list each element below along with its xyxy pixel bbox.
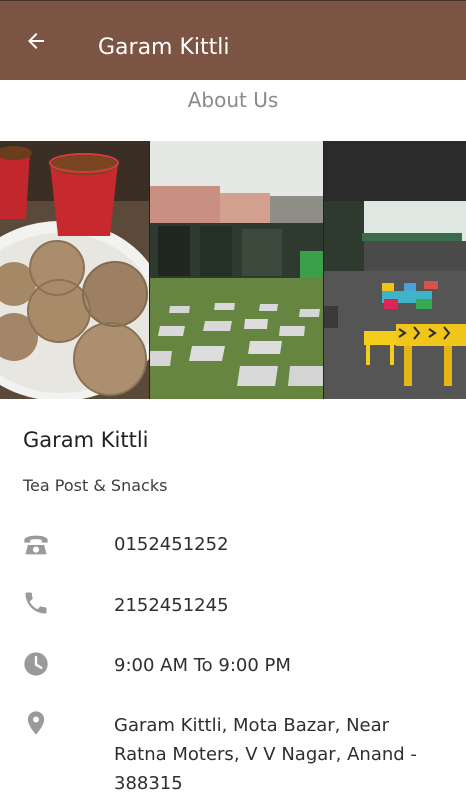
- telephone-icon: [24, 535, 48, 555]
- courtyard-photo[interactable]: [149, 141, 324, 399]
- address-text: Garam Kittli, Mota Bazar, Near Ratna Mot…: [114, 715, 417, 794]
- phone-icon: [25, 592, 47, 614]
- location-pin-icon: [27, 711, 45, 735]
- opening-hours: 9:00 AM To 9:00 PM: [114, 655, 291, 676]
- seating-area-photo[interactable]: [324, 141, 466, 399]
- arrow-back-icon: [28, 33, 44, 49]
- app-bar-title: Garam Kittli: [98, 35, 230, 60]
- app-bar: Garam Kittli: [0, 0, 466, 80]
- business-name: Garam Kittli: [23, 428, 149, 452]
- landline-number: 0152451252: [114, 534, 229, 555]
- clock-icon: [24, 652, 48, 676]
- photo-gallery: [0, 141, 466, 399]
- back-button[interactable]: [16, 21, 56, 61]
- tea-and-cookies-photo[interactable]: [0, 141, 149, 399]
- section-title: About Us: [187, 88, 279, 112]
- business-category: Tea Post & Snacks: [23, 476, 168, 495]
- mobile-number: 2152451245: [114, 595, 229, 616]
